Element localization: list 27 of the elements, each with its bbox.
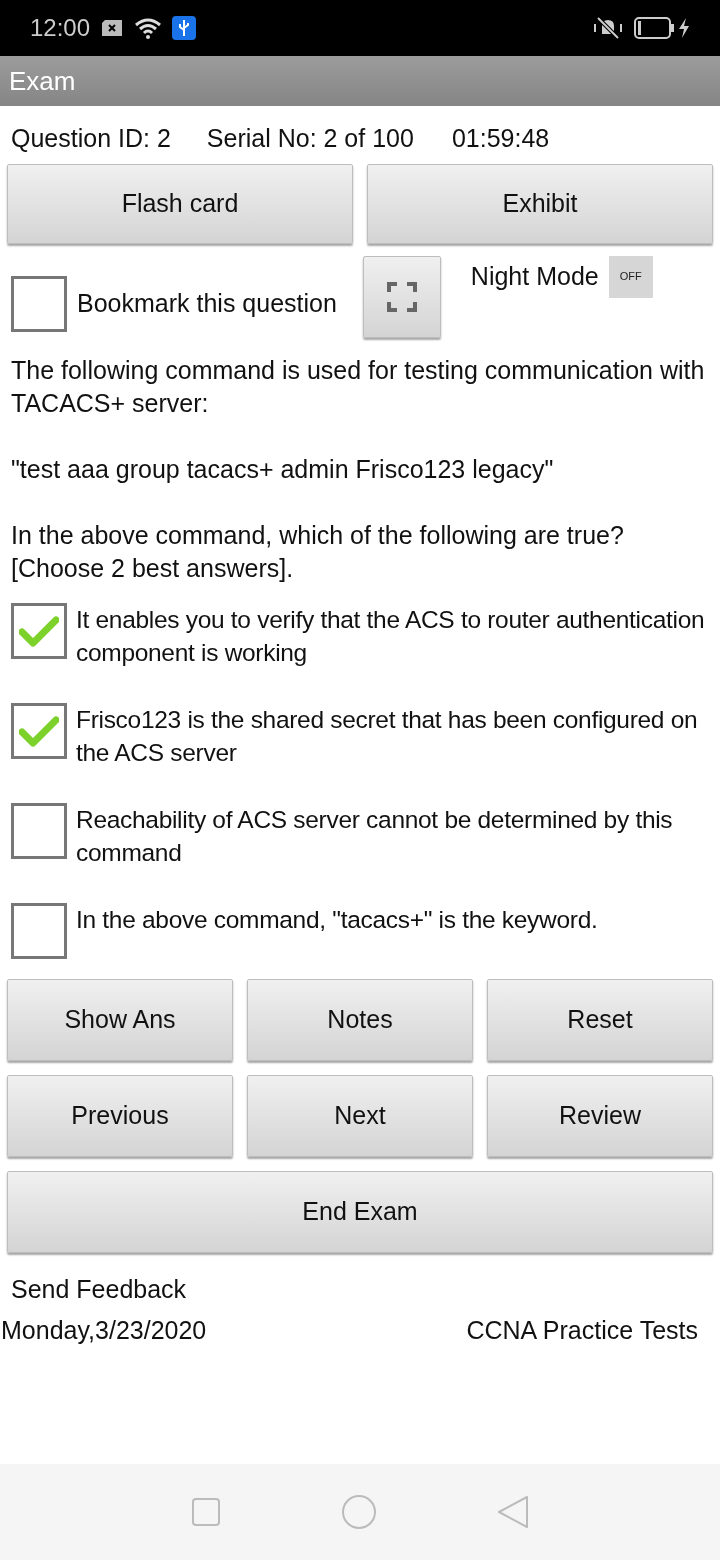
app-name: CCNA Practice Tests: [466, 1315, 698, 1346]
answer-text: In the above command, "tacacs+" is the keyword.: [76, 904, 598, 935]
action-button[interactable]: Review: [487, 1074, 713, 1157]
action-button[interactable]: Show Ans: [7, 978, 233, 1061]
question-text: "test aaa group tacacs+ admin Frisco123 legacy": [11, 453, 555, 485]
action-button[interactable]: Notes: [247, 978, 473, 1061]
top-button[interactable]: Flash card: [7, 163, 353, 244]
serial-number: Serial No: 2 of 100: [206, 123, 414, 154]
night-mode-toggle[interactable]: OFF: [608, 255, 653, 298]
night-mode-label: Night Mode: [470, 260, 599, 292]
date-text: Monday,3/23/2020: [1, 1315, 207, 1346]
question-text: In the above command, which of the following are true? [Choose 2 best answers].: [11, 519, 625, 584]
action-button[interactable]: Reset: [487, 978, 713, 1061]
top-button[interactable]: Exhibit: [367, 163, 713, 244]
answer-text: It enables you to verify that the ACS to router authentication component is working: [76, 604, 706, 668]
bookmark-label: Bookmark this question: [77, 287, 337, 319]
clock: 12:00: [30, 13, 91, 43]
end-exam-button[interactable]: End Exam: [7, 1170, 713, 1253]
answer-text: Reachability of ACS server cannot be determined by this command: [76, 804, 674, 868]
question-id: Question ID: 2: [11, 123, 171, 154]
timer: 01:59:48: [451, 123, 550, 154]
send-feedback-link[interactable]: Send Feedback: [11, 1270, 187, 1308]
action-button[interactable]: Previous: [7, 1074, 233, 1157]
app-title: Exam: [9, 64, 76, 98]
answer-text: Frisco123 is the shared secret that has been configured on the ACS server: [76, 704, 699, 768]
action-button[interactable]: Next: [247, 1074, 473, 1157]
question-text: The following command is used for testing communication with TACACS+ server:: [11, 354, 706, 419]
